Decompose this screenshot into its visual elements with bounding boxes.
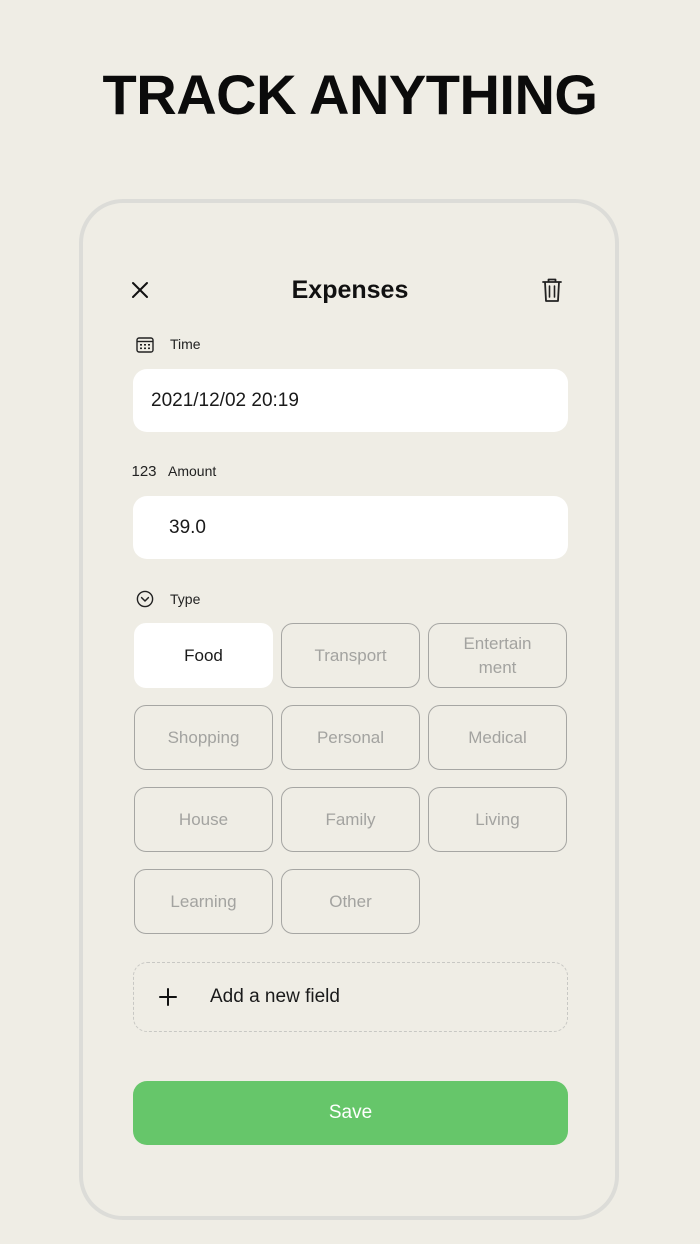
chevron-circle-down-icon <box>134 588 156 610</box>
close-icon <box>132 282 148 298</box>
type-option-family[interactable]: Family <box>281 787 420 852</box>
type-option-learning[interactable]: Learning <box>134 869 273 934</box>
save-button[interactable]: Save <box>133 1081 568 1145</box>
add-field-label: Add a new field <box>210 986 340 1007</box>
trash-icon <box>542 278 562 302</box>
amount-label: Amount <box>168 463 217 479</box>
type-label: Type <box>170 591 201 607</box>
type-option-personal[interactable]: Personal <box>281 705 420 770</box>
add-field-button[interactable]: Add a new field <box>133 962 568 1032</box>
close-button[interactable] <box>128 278 152 302</box>
time-label-row: Time <box>134 333 201 355</box>
calendar-icon <box>134 333 156 355</box>
amount-label-row: 123 Amount <box>131 460 217 482</box>
plus-icon <box>156 985 180 1009</box>
time-value: 2021/12/02 20:19 <box>151 389 299 411</box>
type-option-entertainment[interactable]: Entertain ment <box>428 623 567 688</box>
type-option-living[interactable]: Living <box>428 787 567 852</box>
type-option-food[interactable]: Food <box>134 623 273 688</box>
type-label-row: Type <box>134 588 200 610</box>
number-icon: 123 <box>131 462 157 480</box>
type-option-transport[interactable]: Transport <box>281 623 420 688</box>
type-option-other[interactable]: Other <box>281 869 420 934</box>
type-option-house[interactable]: House <box>134 787 273 852</box>
time-label: Time <box>170 336 201 352</box>
form-title: Expenses <box>291 276 409 304</box>
delete-button[interactable] <box>539 276 565 304</box>
headline: TRACK ANYTHING <box>102 63 598 126</box>
amount-value: 39.0 <box>169 516 206 538</box>
amount-input[interactable]: 39.0 <box>133 496 568 559</box>
time-input[interactable]: 2021/12/02 20:19 <box>133 369 568 432</box>
type-option-shopping[interactable]: Shopping <box>134 705 273 770</box>
type-option-medical[interactable]: Medical <box>428 705 567 770</box>
